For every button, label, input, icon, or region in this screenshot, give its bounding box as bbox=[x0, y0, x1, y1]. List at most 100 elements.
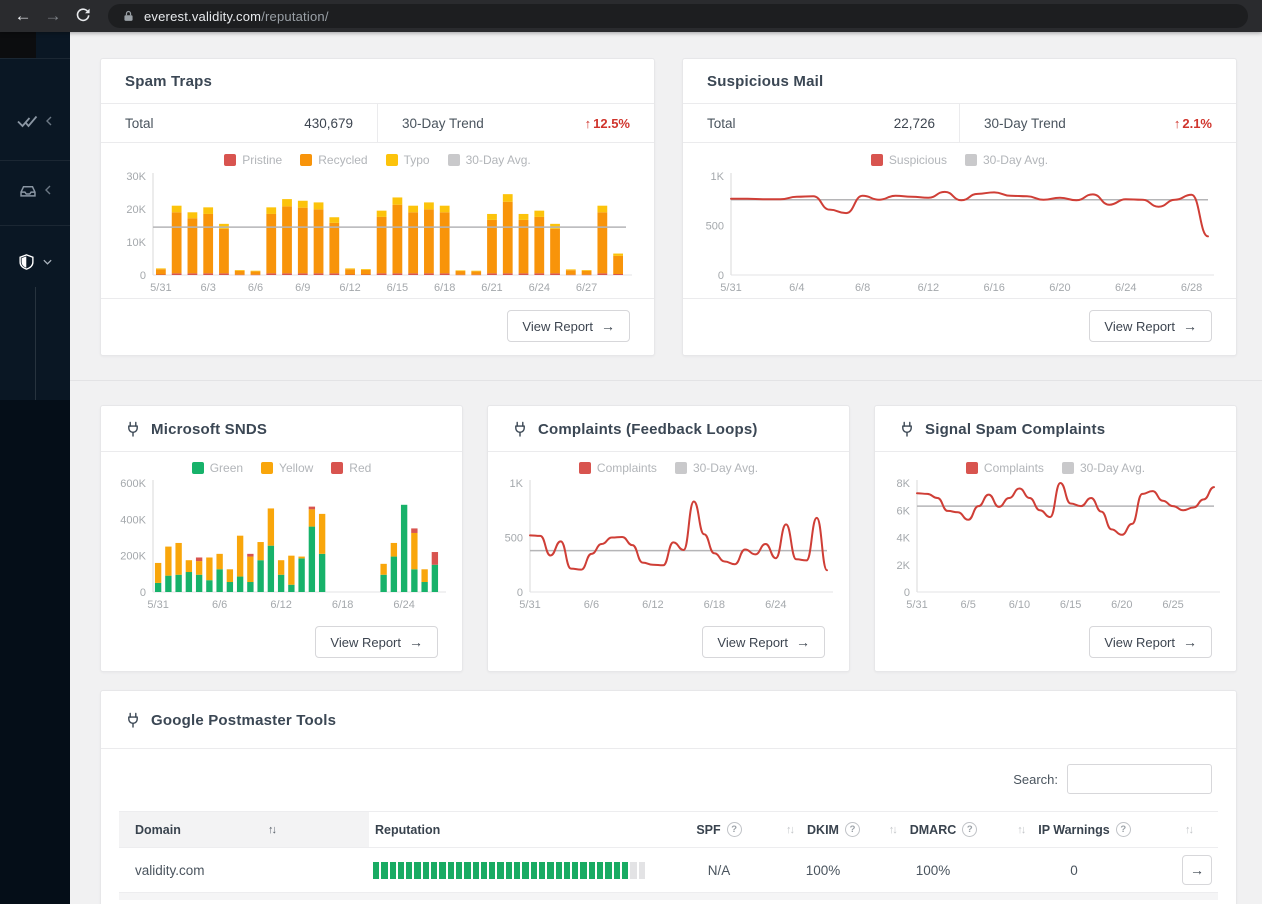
column-header-ip-warnings[interactable]: ↑↓ IP Warnings ? bbox=[989, 822, 1159, 837]
reputation-segment bbox=[621, 861, 629, 879]
column-label: SPF bbox=[696, 822, 721, 837]
sidebar-item-reputation-active[interactable] bbox=[0, 237, 70, 287]
sidebar-corner bbox=[0, 32, 36, 58]
top-card-row: Spam Traps Total 430,679 30-Day Trend ↑ 1… bbox=[100, 58, 1237, 356]
view-report-button[interactable]: View Report → bbox=[315, 626, 438, 658]
svg-text:6/27: 6/27 bbox=[576, 282, 597, 294]
svg-text:200K: 200K bbox=[120, 551, 146, 563]
reputation-segment bbox=[613, 861, 620, 879]
legend-item: 30-Day Avg. bbox=[1061, 461, 1145, 475]
column-header-dmarc[interactable]: ↑↓ DMARC ? bbox=[877, 822, 989, 837]
svg-text:6/6: 6/6 bbox=[584, 599, 599, 611]
svg-text:6/6: 6/6 bbox=[248, 282, 263, 294]
svg-text:0: 0 bbox=[140, 587, 146, 599]
snds-header: Microsoft SNDS bbox=[101, 406, 462, 452]
row-detail-button[interactable]: → bbox=[1182, 855, 1212, 885]
reputation-segment bbox=[605, 861, 612, 879]
column-header-sort-last: ↑↓ bbox=[1159, 824, 1218, 836]
sidebar-subnav-line bbox=[35, 287, 36, 417]
complaints-fbl-header: Complaints (Feedback Loops) bbox=[488, 406, 849, 452]
reputation-segment bbox=[414, 861, 421, 879]
view-report-button[interactable]: View Report → bbox=[1089, 626, 1212, 658]
sort-icon[interactable]: ↑↓ bbox=[268, 824, 277, 836]
svg-text:0: 0 bbox=[718, 270, 724, 282]
reputation-segment bbox=[431, 861, 438, 879]
integration-plug-icon bbox=[128, 712, 138, 728]
help-icon[interactable]: ? bbox=[1115, 822, 1131, 837]
view-report-label: View Report bbox=[522, 318, 593, 334]
svg-text:6/25: 6/25 bbox=[1162, 599, 1183, 611]
url-bar[interactable]: everest.validity.com/reputation/ bbox=[108, 4, 1248, 28]
reputation-segment bbox=[638, 861, 645, 879]
spf-cell: N/A bbox=[707, 862, 731, 878]
signal-spam-card: Signal Spam Complaints Complaints 30-Day … bbox=[874, 405, 1237, 672]
spam-traps-card: Spam Traps Total 430,679 30-Day Trend ↑ 1… bbox=[100, 58, 655, 356]
reputation-segment bbox=[373, 861, 380, 879]
url-host: everest.validity.com bbox=[144, 8, 262, 24]
google-postmaster-card: Google Postmaster Tools Search: Domain ↑… bbox=[100, 690, 1237, 904]
search-label: Search: bbox=[1013, 771, 1058, 787]
legend-item: Typo bbox=[385, 153, 430, 167]
spam-traps-chart: 0 10K 20K 30K 5/31 6/3 6/6 6/9 6/12 6/15 6/18 6/21 6… bbox=[115, 170, 634, 298]
legend-chip bbox=[964, 153, 977, 166]
legend-chip bbox=[191, 461, 204, 474]
legend-item: 30-Day Avg. bbox=[674, 461, 758, 475]
microsoft-snds-card: Microsoft SNDS Green Yellow Red 0 200K 400K 6… bbox=[100, 405, 463, 672]
view-report-label: View Report bbox=[330, 634, 401, 650]
reputation-segment bbox=[522, 861, 529, 879]
svg-text:5/31: 5/31 bbox=[519, 599, 540, 611]
column-header-domain[interactable]: Domain ↑↓ bbox=[119, 812, 369, 847]
help-icon[interactable]: ? bbox=[962, 822, 978, 837]
svg-text:10K: 10K bbox=[126, 237, 146, 249]
legend-item: Yellow bbox=[261, 461, 313, 475]
column-header-spf[interactable]: SPF ? bbox=[669, 822, 769, 837]
legend-item: Complaints bbox=[965, 461, 1044, 475]
snds-legend: Green Yellow Red bbox=[101, 460, 462, 475]
sort-icon[interactable]: ↑↓ bbox=[1017, 824, 1026, 836]
browser-reload-button[interactable] bbox=[68, 6, 98, 27]
sort-icon[interactable]: ↑↓ bbox=[889, 824, 898, 836]
legend-chip bbox=[578, 461, 591, 474]
card-title: Complaints (Feedback Loops) bbox=[538, 420, 758, 438]
svg-text:6/24: 6/24 bbox=[393, 599, 414, 611]
arrow-right-icon: → bbox=[601, 318, 615, 334]
svg-text:2K: 2K bbox=[897, 560, 911, 572]
view-report-button[interactable]: View Report → bbox=[1089, 310, 1212, 342]
bottom-card-row: Google Postmaster Tools Search: Domain ↑… bbox=[100, 690, 1237, 904]
complaints-fbl-legend: Complaints 30-Day Avg. bbox=[488, 460, 849, 475]
card-title: Microsoft SNDS bbox=[151, 420, 268, 438]
browser-forward-button[interactable]: → bbox=[38, 6, 68, 26]
card-title: Suspicious Mail bbox=[707, 73, 824, 90]
svg-text:6/15: 6/15 bbox=[1060, 599, 1081, 611]
postmaster-table: Domain ↑↓ Reputation SPF ? ↑↓ DKIM ? ↑↓ … bbox=[119, 811, 1218, 892]
reputation-segment bbox=[497, 861, 504, 879]
reload-icon bbox=[76, 7, 90, 21]
view-report-button[interactable]: View Report → bbox=[507, 310, 630, 342]
help-icon[interactable]: ? bbox=[844, 822, 860, 837]
reputation-segment bbox=[630, 861, 637, 879]
lock-icon bbox=[124, 10, 133, 21]
sidebar-divider bbox=[0, 225, 70, 226]
search-input[interactable] bbox=[1067, 764, 1212, 794]
svg-text:6/28: 6/28 bbox=[1181, 282, 1202, 294]
column-header-dkim[interactable]: ↑↓ DKIM ? bbox=[769, 822, 877, 837]
reputation-segment bbox=[406, 861, 413, 879]
arrow-right-icon: → bbox=[796, 634, 810, 650]
trend-value: ↑ 2.1% bbox=[1173, 115, 1212, 131]
help-icon[interactable]: ? bbox=[726, 822, 742, 837]
browser-back-button[interactable]: ← bbox=[8, 6, 38, 26]
view-report-button[interactable]: View Report → bbox=[702, 626, 825, 658]
svg-text:30K: 30K bbox=[126, 171, 146, 183]
sidebar-item-validation[interactable] bbox=[0, 96, 70, 146]
sidebar-item-inbox[interactable] bbox=[0, 165, 70, 215]
legend-item: Suspicious bbox=[870, 153, 947, 167]
sort-icon[interactable]: ↑↓ bbox=[786, 824, 795, 836]
reputation-segment bbox=[489, 861, 496, 879]
complaints-fbl-footer: View Report → bbox=[488, 615, 849, 671]
sort-icon[interactable]: ↑↓ bbox=[1185, 824, 1194, 836]
trend-up-icon: ↑ bbox=[584, 115, 592, 131]
legend-chip bbox=[224, 153, 237, 166]
svg-text:500: 500 bbox=[706, 221, 724, 233]
svg-text:600K: 600K bbox=[120, 478, 146, 490]
sidebar bbox=[0, 32, 70, 904]
